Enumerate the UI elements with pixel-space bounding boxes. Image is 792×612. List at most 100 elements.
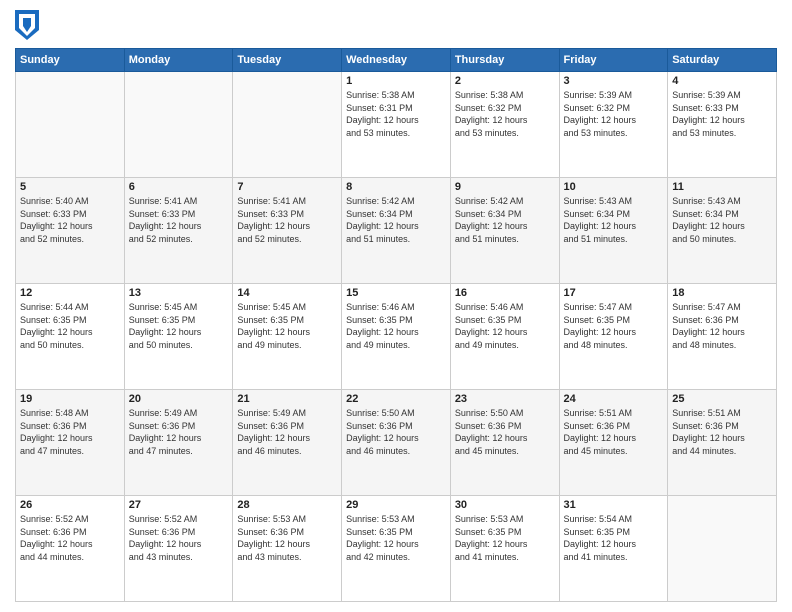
calendar-cell: 20 Sunrise: 5:49 AM Sunset: 6:36 PM Dayli… <box>124 390 233 496</box>
calendar-cell: 15 Sunrise: 5:46 AM Sunset: 6:35 PM Dayli… <box>342 284 451 390</box>
week-row-2: 12 Sunrise: 5:44 AM Sunset: 6:35 PM Dayli… <box>16 284 777 390</box>
day-number: 17 <box>564 287 664 299</box>
weekday-header-thursday: Thursday <box>450 49 559 72</box>
weekday-row: SundayMondayTuesdayWednesdayThursdayFrid… <box>16 49 777 72</box>
calendar-cell: 16Sunrise: 5:46 AM Sunset: 6:35 PM Dayli… <box>450 284 559 390</box>
calendar-header: SundayMondayTuesdayWednesdayThursdayFrid… <box>16 49 777 72</box>
day-number: 24 <box>564 393 664 405</box>
day-info: Sunrise: 5:50 AM Sunset: 6:36 PM Dayligh… <box>346 407 446 457</box>
day-info: Sunrise: 5:40 AM Sunset: 6:33 PM Dayligh… <box>20 195 120 245</box>
day-number: 30 <box>455 499 555 511</box>
day-number: 15 <box>346 287 446 299</box>
calendar-cell: 12 Sunrise: 5:44 AM Sunset: 6:35 PM Dayli… <box>16 284 125 390</box>
day-number: 7 <box>237 181 337 193</box>
day-info: Sunrise: 5:54 AM Sunset: 6:35 PM Dayligh… <box>564 513 664 563</box>
calendar-cell: 3Sunrise: 5:39 AM Sunset: 6:32 PM Daylig… <box>559 72 668 178</box>
day-info: Sunrise: 5:38 AM Sunset: 6:31 PM Dayligh… <box>346 89 446 139</box>
day-number: 28 <box>237 499 337 511</box>
calendar: SundayMondayTuesdayWednesdayThursdayFrid… <box>15 48 777 602</box>
calendar-cell: 22 Sunrise: 5:50 AM Sunset: 6:36 PM Dayli… <box>342 390 451 496</box>
day-number: 29 <box>346 499 446 511</box>
day-info: Sunrise: 5:49 AM Sunset: 6:36 PM Dayligh… <box>237 407 337 457</box>
day-info: Sunrise: 5:47 AM Sunset: 6:35 PM Dayligh… <box>564 301 664 351</box>
calendar-cell: 14Sunrise: 5:45 AM Sunset: 6:35 PM Dayli… <box>233 284 342 390</box>
day-number: 20 <box>129 393 229 405</box>
day-number: 18 <box>672 287 772 299</box>
day-number: 5 <box>20 181 120 193</box>
calendar-cell <box>16 72 125 178</box>
weekday-header-wednesday: Wednesday <box>342 49 451 72</box>
calendar-cell: 9 Sunrise: 5:42 AM Sunset: 6:34 PM Daylig… <box>450 178 559 284</box>
day-number: 9 <box>455 181 555 193</box>
week-row-4: 26Sunrise: 5:52 AM Sunset: 6:36 PM Dayli… <box>16 496 777 602</box>
header <box>15 10 777 40</box>
day-info: Sunrise: 5:42 AM Sunset: 6:34 PM Dayligh… <box>346 195 446 245</box>
calendar-cell: 26Sunrise: 5:52 AM Sunset: 6:36 PM Dayli… <box>16 496 125 602</box>
weekday-header-saturday: Saturday <box>668 49 777 72</box>
day-info: Sunrise: 5:43 AM Sunset: 6:34 PM Dayligh… <box>672 195 772 245</box>
calendar-cell: 23Sunrise: 5:50 AM Sunset: 6:36 PM Dayli… <box>450 390 559 496</box>
day-number: 2 <box>455 75 555 87</box>
day-number: 31 <box>564 499 664 511</box>
day-info: Sunrise: 5:51 AM Sunset: 6:36 PM Dayligh… <box>564 407 664 457</box>
day-number: 22 <box>346 393 446 405</box>
calendar-cell <box>124 72 233 178</box>
weekday-header-friday: Friday <box>559 49 668 72</box>
day-number: 6 <box>129 181 229 193</box>
calendar-cell: 4Sunrise: 5:39 AM Sunset: 6:33 PM Daylig… <box>668 72 777 178</box>
day-info: Sunrise: 5:50 AM Sunset: 6:36 PM Dayligh… <box>455 407 555 457</box>
day-number: 27 <box>129 499 229 511</box>
day-info: Sunrise: 5:46 AM Sunset: 6:35 PM Dayligh… <box>455 301 555 351</box>
calendar-body: 1 Sunrise: 5:38 AM Sunset: 6:31 PM Daylig… <box>16 72 777 602</box>
calendar-cell: 29Sunrise: 5:53 AM Sunset: 6:35 PM Dayli… <box>342 496 451 602</box>
day-number: 14 <box>237 287 337 299</box>
day-info: Sunrise: 5:51 AM Sunset: 6:36 PM Dayligh… <box>672 407 772 457</box>
calendar-cell: 19 Sunrise: 5:48 AM Sunset: 6:36 PM Dayli… <box>16 390 125 496</box>
day-info: Sunrise: 5:47 AM Sunset: 6:36 PM Dayligh… <box>672 301 772 351</box>
day-number: 11 <box>672 181 772 193</box>
week-row-1: 5 Sunrise: 5:40 AM Sunset: 6:33 PM Daylig… <box>16 178 777 284</box>
calendar-cell: 30 Sunrise: 5:53 AM Sunset: 6:35 PM Dayli… <box>450 496 559 602</box>
calendar-cell: 31 Sunrise: 5:54 AM Sunset: 6:35 PM Dayli… <box>559 496 668 602</box>
day-number: 8 <box>346 181 446 193</box>
day-info: Sunrise: 5:53 AM Sunset: 6:36 PM Dayligh… <box>237 513 337 563</box>
day-info: Sunrise: 5:41 AM Sunset: 6:33 PM Dayligh… <box>237 195 337 245</box>
day-info: Sunrise: 5:53 AM Sunset: 6:35 PM Dayligh… <box>455 513 555 563</box>
calendar-cell: 25 Sunrise: 5:51 AM Sunset: 6:36 PM Dayli… <box>668 390 777 496</box>
day-info: Sunrise: 5:45 AM Sunset: 6:35 PM Dayligh… <box>129 301 229 351</box>
page: SundayMondayTuesdayWednesdayThursdayFrid… <box>0 0 792 612</box>
day-number: 25 <box>672 393 772 405</box>
day-info: Sunrise: 5:49 AM Sunset: 6:36 PM Dayligh… <box>129 407 229 457</box>
weekday-header-sunday: Sunday <box>16 49 125 72</box>
day-number: 12 <box>20 287 120 299</box>
logo <box>15 10 43 40</box>
calendar-cell: 17 Sunrise: 5:47 AM Sunset: 6:35 PM Dayli… <box>559 284 668 390</box>
calendar-cell <box>668 496 777 602</box>
calendar-cell: 6Sunrise: 5:41 AM Sunset: 6:33 PM Daylig… <box>124 178 233 284</box>
day-info: Sunrise: 5:43 AM Sunset: 6:34 PM Dayligh… <box>564 195 664 245</box>
calendar-cell: 24 Sunrise: 5:51 AM Sunset: 6:36 PM Dayli… <box>559 390 668 496</box>
day-info: Sunrise: 5:46 AM Sunset: 6:35 PM Dayligh… <box>346 301 446 351</box>
calendar-cell: 28 Sunrise: 5:53 AM Sunset: 6:36 PM Dayli… <box>233 496 342 602</box>
calendar-cell: 13Sunrise: 5:45 AM Sunset: 6:35 PM Dayli… <box>124 284 233 390</box>
day-number: 10 <box>564 181 664 193</box>
day-info: Sunrise: 5:52 AM Sunset: 6:36 PM Dayligh… <box>129 513 229 563</box>
calendar-cell: 8 Sunrise: 5:42 AM Sunset: 6:34 PM Daylig… <box>342 178 451 284</box>
day-info: Sunrise: 5:48 AM Sunset: 6:36 PM Dayligh… <box>20 407 120 457</box>
calendar-cell: 2 Sunrise: 5:38 AM Sunset: 6:32 PM Daylig… <box>450 72 559 178</box>
day-number: 21 <box>237 393 337 405</box>
calendar-cell: 21 Sunrise: 5:49 AM Sunset: 6:36 PM Dayli… <box>233 390 342 496</box>
day-info: Sunrise: 5:52 AM Sunset: 6:36 PM Dayligh… <box>20 513 120 563</box>
day-number: 1 <box>346 75 446 87</box>
calendar-cell: 18 Sunrise: 5:47 AM Sunset: 6:36 PM Dayli… <box>668 284 777 390</box>
day-info: Sunrise: 5:42 AM Sunset: 6:34 PM Dayligh… <box>455 195 555 245</box>
calendar-cell: 11 Sunrise: 5:43 AM Sunset: 6:34 PM Dayli… <box>668 178 777 284</box>
day-info: Sunrise: 5:44 AM Sunset: 6:35 PM Dayligh… <box>20 301 120 351</box>
day-info: Sunrise: 5:39 AM Sunset: 6:33 PM Dayligh… <box>672 89 772 139</box>
calendar-cell <box>233 72 342 178</box>
logo-icon <box>15 10 39 40</box>
day-info: Sunrise: 5:38 AM Sunset: 6:32 PM Dayligh… <box>455 89 555 139</box>
week-row-3: 19 Sunrise: 5:48 AM Sunset: 6:36 PM Dayli… <box>16 390 777 496</box>
day-number: 19 <box>20 393 120 405</box>
calendar-cell: 7 Sunrise: 5:41 AM Sunset: 6:33 PM Daylig… <box>233 178 342 284</box>
